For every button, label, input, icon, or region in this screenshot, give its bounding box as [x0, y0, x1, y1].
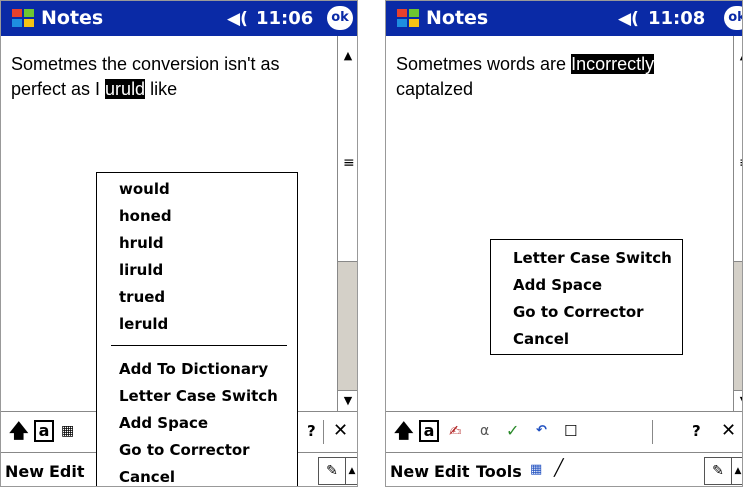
symbols-icon[interactable]: α [480, 420, 489, 442]
title-bar: Notes ◀⁠( 11:08 ok [386, 1, 742, 36]
pen-input-icon[interactable]: ✎ [704, 457, 732, 485]
menu-separator [111, 345, 287, 346]
selected-word[interactable]: uruld [105, 79, 146, 99]
pen-icon[interactable]: ╱ [554, 457, 564, 479]
windows-flag-icon[interactable] [11, 8, 35, 28]
note-text[interactable]: Sometmes the conversion isn't as perfect… [11, 52, 336, 102]
title-bar: Notes ◀⁠( 11:06 ok [1, 1, 357, 36]
recognizer-icon[interactable]: a [419, 420, 439, 442]
ok-button[interactable]: ok [724, 6, 742, 30]
menu-item-cancel[interactable]: Cancel [513, 329, 569, 349]
menu-item-add-space[interactable]: Add Space [513, 275, 602, 295]
app-title: Notes [41, 7, 104, 29]
ok-button[interactable]: ok [327, 6, 353, 30]
toolbar-divider [323, 420, 324, 444]
pen-input-icon[interactable]: ✎ [318, 457, 346, 485]
input-selector-arrow-icon[interactable]: ▲ [345, 457, 357, 485]
suggestion-item[interactable]: liruld [119, 260, 163, 280]
scroll-down-icon[interactable]: ▼ [734, 390, 742, 411]
menu-new[interactable]: New [390, 462, 429, 481]
note-text-segment: Sometmes words are [396, 54, 572, 74]
menu-item-letter-case-switch[interactable]: Letter Case Switch [513, 248, 672, 268]
notes-screen-left: Notes ◀⁠( 11:06 ok Sometmes the conversi… [0, 0, 358, 487]
help-icon[interactable]: ? [307, 420, 316, 442]
input-selector-arrow-icon[interactable]: ▲ [731, 457, 742, 485]
suggestion-item[interactable]: would [119, 179, 170, 199]
correction-popup-menu: Letter Case Switch Add Space Go to Corre… [490, 239, 683, 355]
clock[interactable]: 11:06 [256, 8, 313, 29]
suggestion-item[interactable]: trued [119, 287, 165, 307]
clock[interactable]: 11:08 [648, 8, 705, 29]
note-text[interactable]: Sometmes words are Incorrectly captalzed [396, 52, 721, 102]
menu-item-cancel[interactable]: Cancel [119, 467, 175, 486]
speaker-icon[interactable]: ◀⁠( [618, 9, 639, 29]
menu-item-add-to-dictionary[interactable]: Add To Dictionary [119, 359, 268, 379]
scroll-thumb[interactable]: ≡ [734, 76, 742, 262]
windows-flag-icon[interactable] [396, 8, 420, 28]
menu-new[interactable]: New [5, 462, 44, 481]
correction-popup-menu: would honed hruld liruld trued leruld Ad… [96, 172, 298, 486]
suggestion-item[interactable]: hruld [119, 233, 164, 253]
shift-arrow-icon[interactable]: 🡅 [394, 420, 414, 442]
menu-tools[interactable]: Tools [476, 462, 522, 481]
close-icon[interactable]: ✕ [333, 420, 348, 442]
grip-icon: ≡ [739, 156, 742, 170]
close-icon[interactable]: ✕ [721, 420, 736, 442]
scroll-thumb[interactable]: ≡ [338, 76, 357, 262]
grip-icon: ≡ [343, 155, 355, 171]
menu-item-add-space[interactable]: Add Space [119, 413, 208, 433]
note-text-segment: perfect as I [11, 79, 106, 99]
selected-word[interactable]: Incorrectly [571, 54, 655, 74]
keyboard-icon[interactable]: ▦ [530, 459, 542, 481]
note-line-2: perfect as I uruld like [11, 77, 336, 102]
notes-screen-right: Notes ◀⁠( 11:08 ok Sometmes words are In… [385, 0, 743, 487]
menu-bar: New Edit Tools ▦ ╱ ✎ ▲ [386, 452, 742, 486]
suggestion-item[interactable]: leruld [119, 314, 168, 334]
suggestion-item[interactable]: honed [119, 206, 172, 226]
scroll-up-icon[interactable]: ▲ [338, 36, 357, 77]
speaker-icon[interactable]: ◀⁠( [227, 9, 248, 29]
shift-arrow-icon[interactable]: 🡅 [9, 420, 29, 442]
note-text-segment: like [145, 79, 178, 99]
note-line-1: Sometmes the conversion isn't as [11, 54, 280, 74]
vertical-scrollbar[interactable]: ▲ ≡ ▼ [733, 36, 742, 411]
scroll-down-icon[interactable]: ▼ [338, 390, 357, 411]
menu-edit[interactable]: Edit [49, 462, 85, 481]
menu-item-go-to-corrector[interactable]: Go to Corrector [513, 302, 644, 322]
scroll-up-icon[interactable]: ▲ [734, 36, 742, 77]
recognizer-icon[interactable]: a [34, 420, 54, 442]
toolbar-divider [652, 420, 653, 444]
menu-item-go-to-corrector[interactable]: Go to Corrector [119, 440, 250, 460]
properties-icon[interactable]: ☐ [564, 420, 577, 442]
note-line-2: captalzed [396, 79, 474, 99]
input-toolbar: 🡅 a ✍ α ✓ ↶ ☐ ? ✕ [386, 411, 742, 452]
help-icon[interactable]: ? [692, 420, 701, 442]
menu-edit[interactable]: Edit [434, 462, 470, 481]
vertical-scrollbar[interactable]: ▲ ≡ ▼ [337, 36, 357, 411]
check-icon[interactable]: ✓ [506, 420, 519, 442]
undo-icon[interactable]: ↶ [536, 420, 547, 442]
drawing-icon[interactable]: ✍ [449, 420, 462, 442]
keyboard-icon[interactable]: ▦ [61, 420, 74, 442]
menu-item-letter-case-switch[interactable]: Letter Case Switch [119, 386, 278, 406]
app-title: Notes [426, 7, 489, 29]
note-line-1: Sometmes words are Incorrectly [396, 52, 721, 77]
